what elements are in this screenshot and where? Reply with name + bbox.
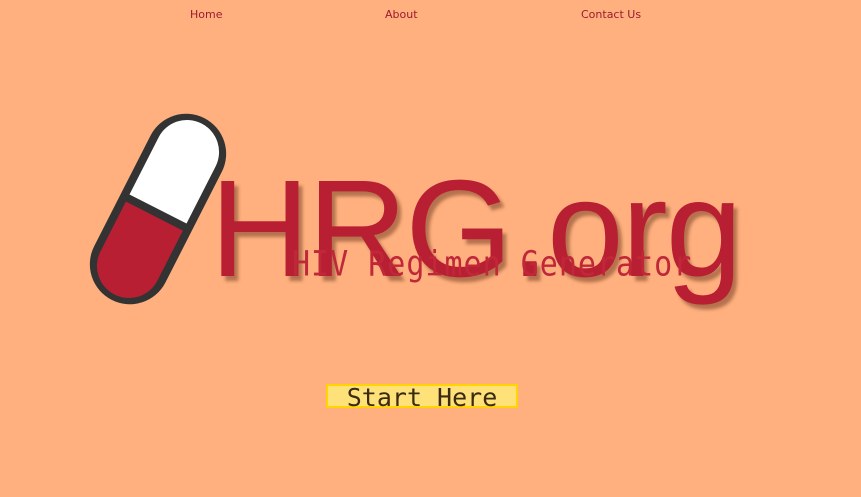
start-here-button[interactable]: Start Here [326,384,518,410]
site-logo: HRG.org HIV Regimen Generator [0,0,861,360]
page: Home About Contact Us HRG.org HIV Regime… [0,0,861,497]
logo-tagline: HIV Regimen Generator [292,244,693,285]
